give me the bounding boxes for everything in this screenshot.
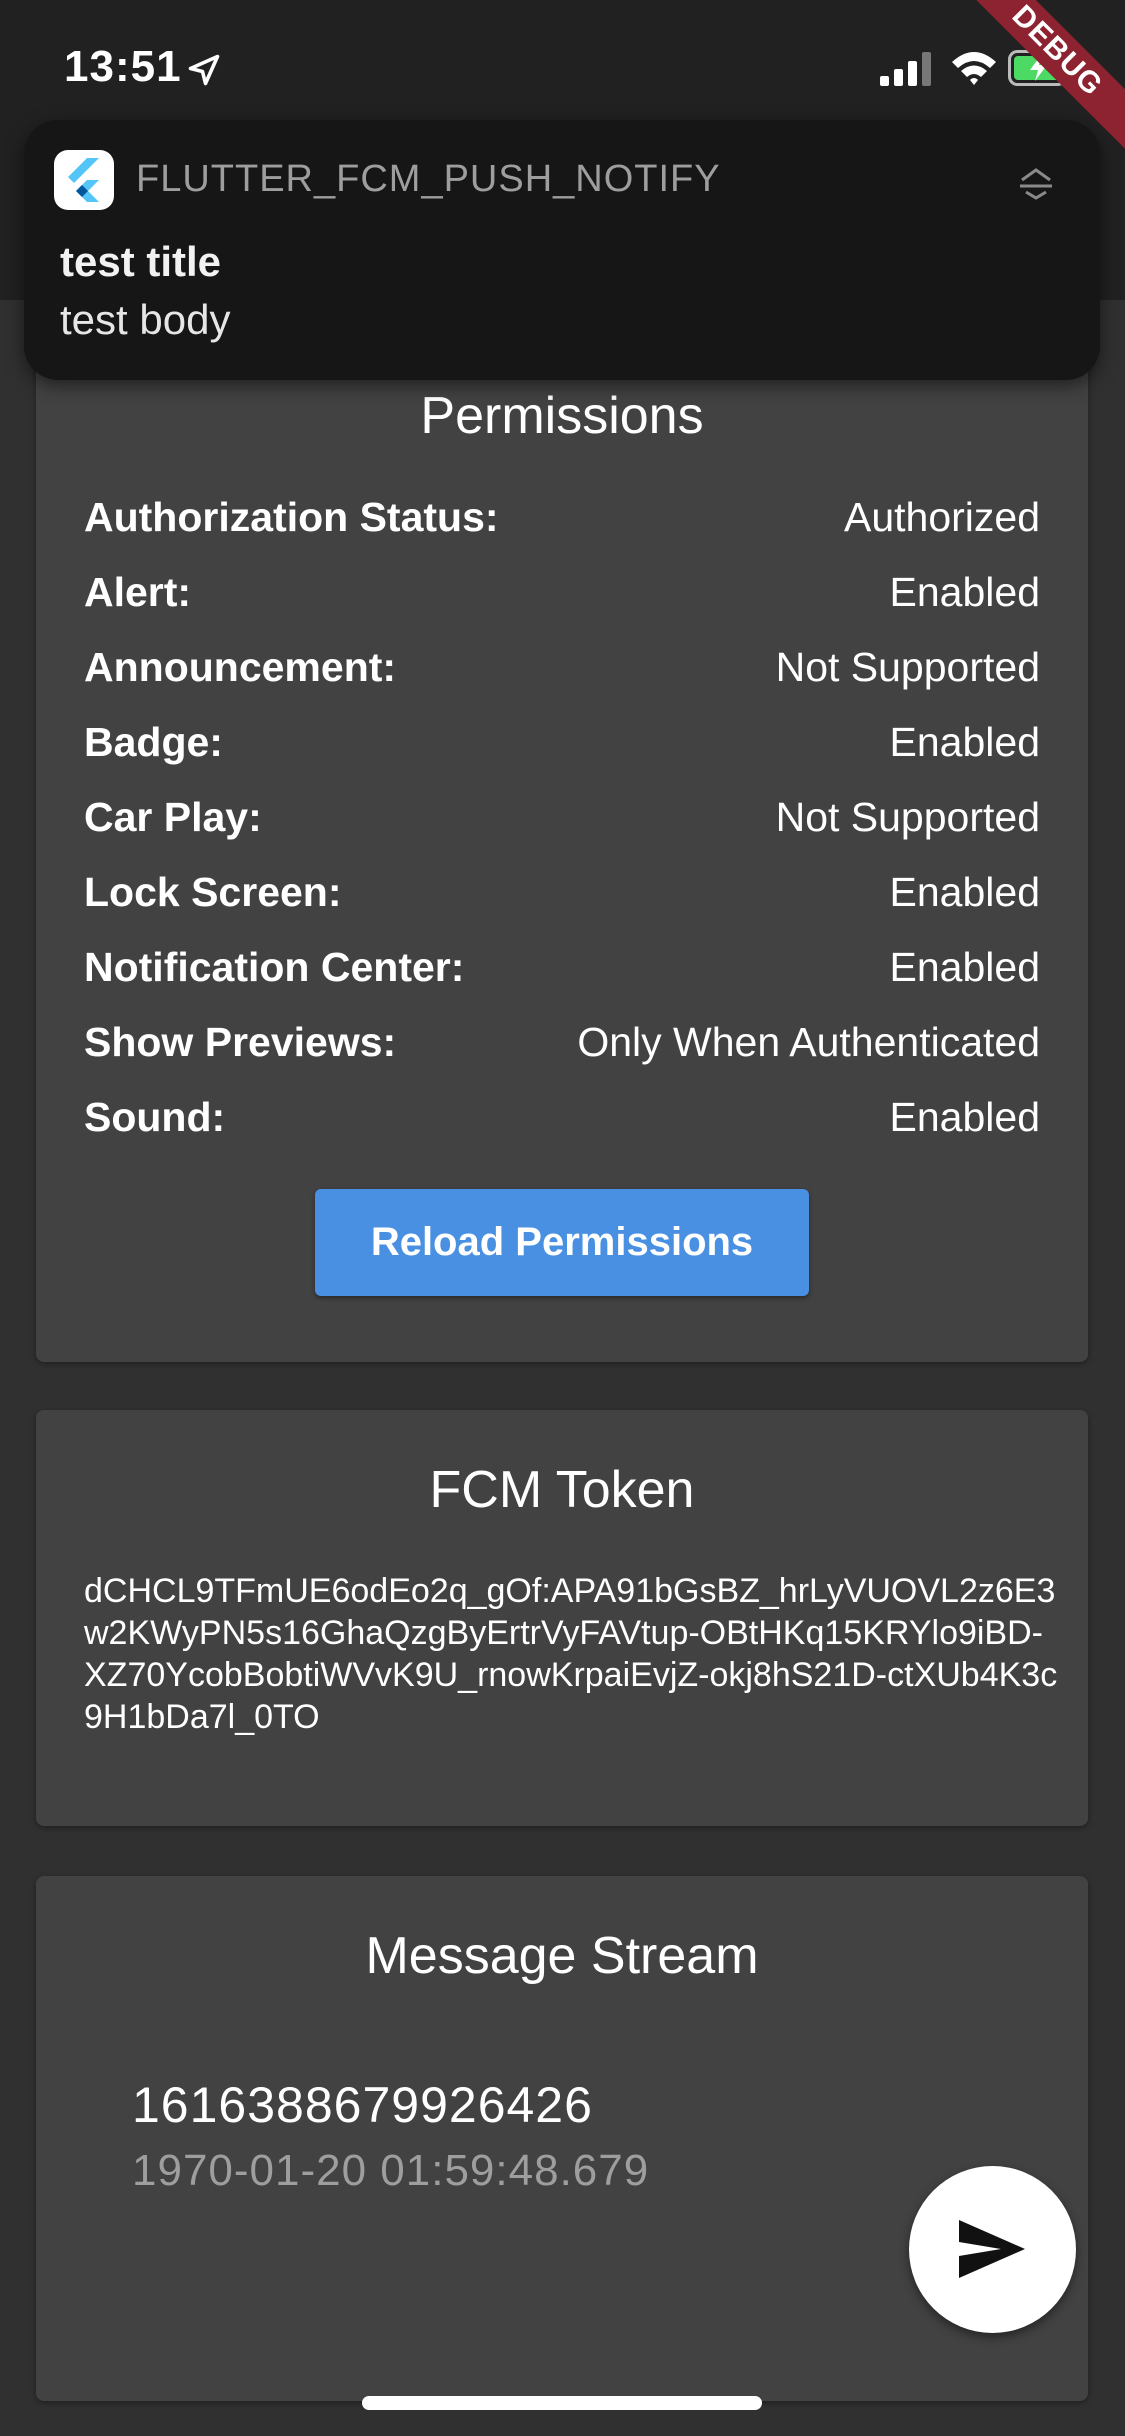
permission-label: Badge: — [84, 719, 223, 765]
home-indicator[interactable] — [362, 2396, 762, 2410]
permission-row-authorization-status: Authorization Status: Authorized — [84, 494, 1040, 554]
permission-row-car-play: Car Play: Not Supported — [84, 794, 1040, 854]
permission-row-sound: Sound: Enabled — [84, 1094, 1040, 1154]
fcm-token-title: FCM Token — [429, 1461, 695, 1519]
send-icon — [959, 2220, 1025, 2278]
message-timestamp: 1970-01-20 01:59:48.679 — [132, 2146, 650, 2195]
message-stream-card: Message Stream 1616388679926426 1970-01-… — [36, 1876, 1088, 2401]
permission-row-lock-screen: Lock Screen: Enabled — [84, 869, 1040, 929]
permission-label: Show Previews: — [84, 1019, 397, 1065]
permission-value: Authorized — [843, 494, 1040, 540]
push-notification[interactable]: FLUTTER_FCM_PUSH_NOTIFY test title test … — [24, 120, 1100, 380]
reload-permissions-button[interactable]: Reload Permissions — [315, 1189, 809, 1296]
permission-label: Notification Center: — [84, 944, 465, 990]
permission-row-badge: Badge: Enabled — [84, 719, 1040, 779]
permission-label: Announcement: — [84, 644, 397, 690]
permission-value: Not Supported — [775, 644, 1040, 690]
permission-row-notification-center: Notification Center: Enabled — [84, 944, 1040, 1004]
notification-body: test body — [60, 296, 231, 343]
permission-label: Lock Screen: — [84, 869, 342, 915]
permissions-title: Permissions — [420, 387, 704, 445]
status-time: 13:51 — [64, 42, 182, 91]
permission-value: Enabled — [889, 869, 1040, 915]
message-stream-title: Message Stream — [365, 1927, 759, 1985]
permission-label: Sound: — [84, 1094, 226, 1140]
permission-label: Car Play: — [84, 794, 262, 840]
location-arrow-icon — [188, 54, 220, 86]
cellular-signal-icon — [880, 52, 931, 86]
fcm-token-card: FCM Token dCHCL9TFmUE6odEo2q_gOf:APA91bG… — [36, 1410, 1088, 1826]
notification-expand-icon[interactable] — [1016, 162, 1056, 202]
permission-value: Not Supported — [775, 794, 1040, 840]
permission-value: Enabled — [889, 569, 1040, 615]
status-bar: 13:51 — [0, 0, 1125, 135]
permission-row-alert: Alert: Enabled — [84, 569, 1040, 629]
permissions-card: Permissions Authorization Status: Author… — [36, 300, 1088, 1362]
permission-value: Enabled — [889, 719, 1040, 765]
permission-value: Only When Authenticated — [577, 1019, 1040, 1065]
notification-app-name: FLUTTER_FCM_PUSH_NOTIFY — [136, 158, 721, 200]
permission-label: Authorization Status: — [84, 494, 499, 540]
permission-row-show-previews: Show Previews: Only When Authenticated — [84, 1019, 1040, 1079]
fcm-token-value: dCHCL9TFmUE6odEo2q_gOf:APA91bGsBZ_hrLyVU… — [84, 1572, 1058, 1736]
permission-value: Enabled — [889, 944, 1040, 990]
message-id: 1616388679926426 — [132, 2077, 593, 2133]
notification-title: test title — [60, 238, 222, 285]
wifi-icon — [952, 52, 996, 85]
send-message-button[interactable] — [909, 2166, 1076, 2333]
permission-value: Enabled — [889, 1094, 1040, 1140]
permission-label: Alert: — [84, 569, 192, 615]
flutter-logo-icon — [54, 150, 114, 210]
permission-row-announcement: Announcement: Not Supported — [84, 644, 1040, 704]
